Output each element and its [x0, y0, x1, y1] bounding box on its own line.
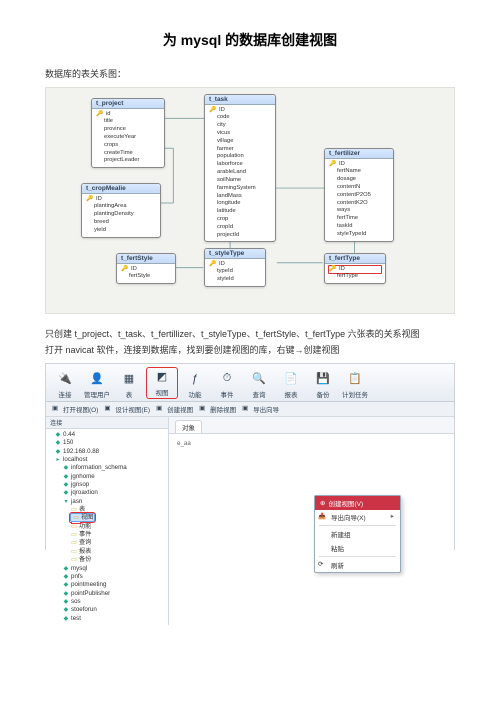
connection-tree-pane: 连接 ◆0.44◆150◆192.168.0.88▸localhost◆info… — [46, 417, 169, 625]
conn-192-168-0-88[interactable]: ◆192.168.0.88 — [54, 448, 168, 456]
delete-view-icon: ▣ — [199, 404, 208, 413]
middle-paragraph: 只创建 t_project、t_task、t_fertillizer、t_sty… — [45, 328, 455, 341]
tab-objects[interactable]: 对象 — [175, 420, 202, 433]
ctx-create-view[interactable]: ⊕ 创建视图(V) — [315, 496, 400, 510]
report-button[interactable]: 📄报表 — [276, 370, 306, 399]
create-view[interactable]: ▣创建视图 — [156, 404, 193, 414]
context-menu: ⊕ 创建视图(V) 📤 导出向导(X) 新建组 粘贴 — [314, 495, 401, 573]
query-button-icon: 🔍 — [250, 370, 268, 388]
schedule-button-icon: 📋 — [346, 370, 364, 388]
db-mysql[interactable]: ◆mysql — [62, 565, 168, 573]
design-view-icon: ▣ — [104, 404, 113, 413]
db-pointPublisher[interactable]: ◆pointPublisher — [62, 590, 168, 598]
er-diagram: t_project 🔑id title province executeYear… — [45, 87, 455, 314]
conn-0-44[interactable]: ◆0.44 — [54, 431, 168, 439]
main-tab-bar: 对象 — [169, 417, 454, 434]
export-wizard[interactable]: ▣导出向导 — [242, 404, 279, 414]
backups-folder[interactable]: ▭备份 — [70, 556, 168, 564]
db-information_schema[interactable]: ◆information_schema — [62, 464, 168, 472]
event-button-icon: ⏱ — [218, 370, 236, 388]
backup-button[interactable]: 💾备份 — [308, 370, 338, 399]
view-button-icon: ◩ — [153, 368, 171, 386]
table-button-icon: ▦ — [120, 370, 138, 388]
reports-folder[interactable]: ▭报表 — [70, 548, 168, 556]
ctx-refresh[interactable]: ⟳ 刷新 — [315, 558, 400, 572]
db-stoeforun[interactable]: ◆stoeforun — [62, 606, 168, 614]
db-jgnsop[interactable]: ◆jgnsop — [62, 481, 168, 489]
view-button[interactable]: ◩视图 — [146, 367, 178, 399]
ctx-paste[interactable]: 粘贴 — [315, 541, 400, 555]
navicat-screenshot: 🔌连接👤管理用户▦表◩视图ƒ功能⏱事件🔍查询📄报表💾备份📋计划任务 ▣打开视图(… — [45, 363, 455, 550]
backup-button-icon: 💾 — [314, 370, 332, 388]
object-list: e_aa — [169, 434, 454, 453]
conn-150[interactable]: ◆150 — [54, 439, 168, 447]
db-pointmeeting[interactable]: ◆pointmeeting — [62, 581, 168, 589]
table-t-fertstyle: t_fertStyle 🔑ID fertStyle — [116, 253, 176, 285]
function-button[interactable]: ƒ功能 — [180, 370, 210, 399]
connect-button[interactable]: 🔌连接 — [50, 370, 80, 399]
table-button[interactable]: ▦表 — [114, 370, 144, 399]
ctx-export-wizard[interactable]: 📤 导出向导(X) — [315, 510, 400, 524]
table-t-cropmealie: t_cropMealie 🔑ID plantingArea plantingDe… — [81, 183, 161, 238]
open-view[interactable]: ▣打开视图(O) — [52, 404, 98, 414]
table-t-task: t_task 🔑ID code city vicus village farme… — [204, 94, 276, 243]
db-jgnhome[interactable]: ◆jgnhome — [62, 473, 168, 481]
db-sos[interactable]: ◆sos — [62, 598, 168, 606]
db-test[interactable]: ◆test — [62, 615, 168, 623]
db-jasn[interactable]: ▾jasn▭表▭视图▭功能▭事件▭查询▭报表▭备份 — [62, 498, 168, 565]
queries-folder[interactable]: ▭查询 — [70, 539, 168, 547]
delete-view[interactable]: ▣删除视图 — [199, 404, 236, 414]
function-button-icon: ƒ — [186, 370, 204, 388]
tree-pane-label: 连接 — [46, 417, 168, 429]
table-t-fertilizer: t_fertilizer 🔑ID fertName dosage content… — [324, 148, 394, 242]
create-view-icon: ▣ — [156, 404, 165, 413]
table-t-styletype: t_styleType 🔑ID typeId styleId — [204, 248, 266, 287]
table-t-project: t_project 🔑id title province executeYear… — [91, 98, 165, 169]
refresh-icon: ⟳ — [318, 560, 327, 569]
page-title: 为 mysql 的数据库创建视图 — [45, 30, 455, 50]
add-icon: ⊕ — [320, 499, 325, 507]
db-pnfs[interactable]: ◆pnfs — [62, 573, 168, 581]
open-navicat-paragraph: 打开 navicat 软件，连接到数据库，找到要创建视图的库，右键→创建视图 — [45, 344, 455, 357]
main-content-pane: 对象 e_aa ⊕ 创建视图(V) 📤 导出向导(X) 新建组 — [169, 417, 454, 625]
connect-button-icon: 🔌 — [56, 370, 74, 388]
db-jqroaxtion[interactable]: ◆jqroaxtion — [62, 489, 168, 497]
functions-folder[interactable]: ▭功能 — [70, 523, 168, 531]
ctx-new-group[interactable]: 新建组 — [315, 527, 400, 541]
export-icon: 📤 — [318, 512, 327, 521]
intro-text: 数据库的表关系图： — [45, 68, 455, 81]
export-wizard-icon: ▣ — [242, 404, 251, 413]
query-button[interactable]: 🔍查询 — [244, 370, 274, 399]
table-t-ferttype: t_fertType 🔑ID fertType — [324, 253, 386, 285]
report-button-icon: 📄 — [282, 370, 300, 388]
manage-user-button[interactable]: 👤管理用户 — [82, 370, 112, 399]
sub-toolbar: ▣打开视图(O) ▣设计视图(E) ▣创建视图 ▣删除视图 ▣导出向导 — [46, 402, 454, 417]
design-view[interactable]: ▣设计视图(E) — [104, 404, 150, 414]
manage-user-button-icon: 👤 — [88, 370, 106, 388]
views-folder[interactable]: ▭视图 — [70, 514, 168, 522]
schedule-button[interactable]: 📋计划任务 — [340, 370, 370, 399]
open-view-icon: ▣ — [52, 404, 61, 413]
main-toolbar: 🔌连接👤管理用户▦表◩视图ƒ功能⏱事件🔍查询📄报表💾备份📋计划任务 — [46, 364, 454, 402]
event-button[interactable]: ⏱事件 — [212, 370, 242, 399]
conn-localhost[interactable]: ▸localhost◆information_schema◆jgnhome◆jg… — [54, 456, 168, 623]
